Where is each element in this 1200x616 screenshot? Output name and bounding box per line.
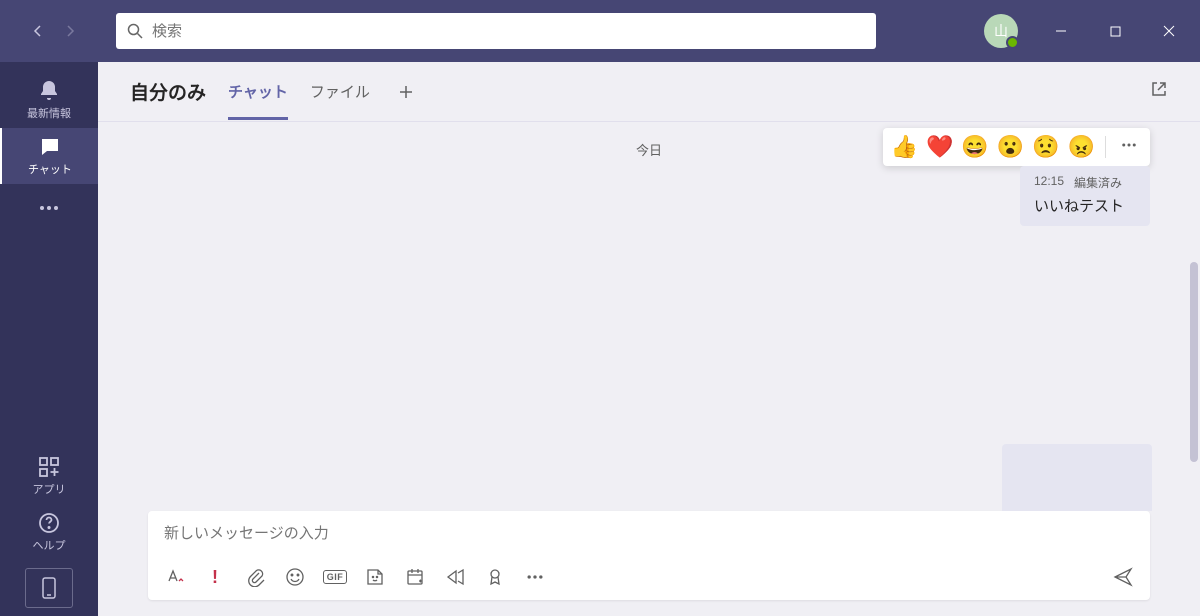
close-button[interactable] [1146, 15, 1192, 47]
gif-button[interactable]: GIF [324, 566, 346, 588]
maximize-button[interactable] [1092, 15, 1138, 47]
chat-messages: 今日 👍 ❤️ 😄 😮 😟 😠 12:15 編集済み [98, 122, 1200, 511]
message-text: いいねテスト [1034, 195, 1136, 216]
bell-icon [37, 79, 61, 103]
badge-icon [485, 567, 505, 587]
popout-button[interactable] [1150, 80, 1168, 103]
avatar[interactable]: 山 [984, 14, 1018, 48]
reaction-laugh[interactable]: 😄 [961, 134, 988, 160]
message-sent[interactable]: 12:15 編集済み いいねテスト [1020, 166, 1150, 226]
more-icon [1120, 136, 1138, 154]
rail-activity[interactable]: 最新情報 [0, 72, 98, 128]
rail-chat[interactable]: チャット [0, 128, 98, 184]
stream-icon [445, 567, 465, 587]
help-icon [37, 511, 61, 535]
rail-label: チャット [28, 161, 72, 177]
reaction-like[interactable]: 👍 [891, 134, 918, 160]
reaction-sad[interactable]: 😟 [1032, 134, 1059, 160]
tab-add-button[interactable] [392, 78, 420, 106]
message-edited-label: 編集済み [1074, 174, 1122, 191]
compose-more-button[interactable] [524, 566, 546, 588]
search-icon [126, 22, 144, 40]
more-icon [37, 196, 61, 220]
schedule-button[interactable] [404, 566, 426, 588]
avatar-initial: 山 [994, 21, 1008, 41]
priority-button[interactable]: ! [204, 566, 226, 588]
paperclip-icon [245, 567, 265, 587]
send-button[interactable] [1112, 566, 1134, 588]
reaction-angry[interactable]: 😠 [1068, 134, 1095, 160]
scrollbar-thumb[interactable] [1190, 262, 1198, 462]
rail-label: 最新情報 [27, 105, 71, 121]
tab-chat[interactable]: チャット [228, 63, 288, 120]
attach-button[interactable] [244, 566, 266, 588]
calendar-icon [405, 567, 425, 587]
more-icon [525, 567, 545, 587]
rail-label: アプリ [33, 481, 66, 497]
chat-header: 自分のみ チャット ファイル [98, 62, 1200, 122]
rail-help[interactable]: ヘルプ [0, 504, 98, 560]
reaction-toolbar: 👍 ❤️ 😄 😮 😟 😠 [883, 128, 1150, 166]
phone-icon [42, 577, 56, 599]
stream-button[interactable] [444, 566, 466, 588]
separator [1105, 136, 1106, 158]
rail-apps[interactable]: アプリ [0, 448, 98, 504]
titlebar: 山 [0, 0, 1200, 62]
emoji-icon [285, 567, 305, 587]
minimize-button[interactable] [1038, 15, 1084, 47]
format-button[interactable] [164, 566, 186, 588]
reaction-heart[interactable]: ❤️ [926, 134, 953, 160]
main-area: 自分のみ チャット ファイル 今日 👍 ❤️ 😄 😮 😟 😠 [98, 62, 1200, 616]
message-selection-highlight [1002, 444, 1152, 511]
reaction-surprised[interactable]: 😮 [997, 134, 1024, 160]
forward-button[interactable] [56, 17, 84, 45]
chat-icon [38, 135, 62, 159]
rail-more[interactable] [0, 184, 98, 232]
compose-box: ! GIF [148, 511, 1150, 600]
message-time: 12:15 [1034, 174, 1064, 191]
tab-files[interactable]: ファイル [310, 63, 370, 120]
app-rail: 最新情報 チャット アプリ ヘルプ [0, 62, 98, 616]
gif-icon: GIF [323, 570, 348, 584]
reaction-more-button[interactable] [1116, 136, 1142, 159]
praise-button[interactable] [484, 566, 506, 588]
sticker-button[interactable] [364, 566, 386, 588]
sticker-icon [365, 567, 385, 587]
send-icon [1112, 566, 1134, 588]
rail-label: ヘルプ [33, 537, 66, 553]
search-box[interactable] [116, 13, 876, 49]
chat-title: 自分のみ [130, 78, 206, 105]
back-button[interactable] [24, 17, 52, 45]
apps-icon [37, 455, 61, 479]
compose-toolbar: ! GIF [148, 556, 1150, 600]
plus-icon [398, 84, 414, 100]
emoji-button[interactable] [284, 566, 306, 588]
popout-icon [1150, 80, 1168, 98]
presence-indicator [1006, 36, 1019, 49]
format-icon [165, 567, 185, 587]
search-input[interactable] [152, 23, 866, 40]
compose-input[interactable] [148, 511, 1150, 556]
rail-device-button[interactable] [25, 568, 73, 608]
